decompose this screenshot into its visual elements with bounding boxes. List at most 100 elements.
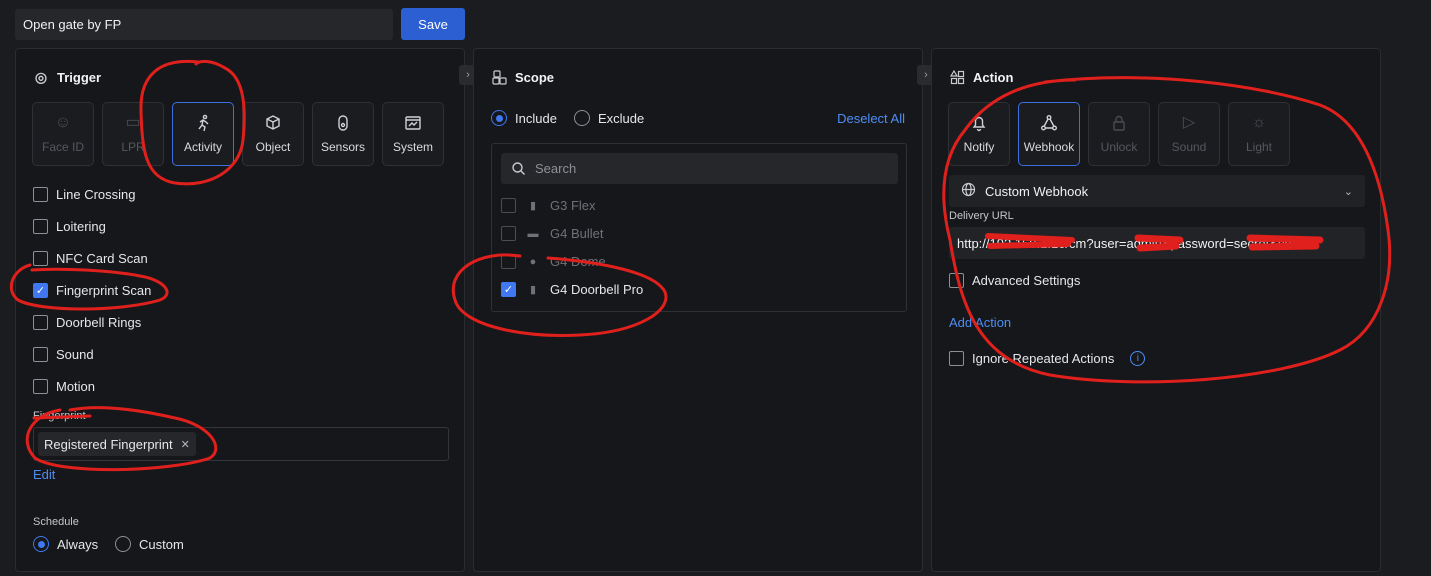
info-icon[interactable]: i	[1130, 351, 1146, 366]
tile-label: Object	[255, 140, 291, 154]
doorbell-icon: ▮	[529, 284, 537, 296]
checkbox-checked[interactable]: ✓	[501, 282, 516, 297]
checkbox[interactable]	[501, 198, 516, 213]
activity-nfc-card-scan[interactable]: NFC Card Scan	[33, 251, 148, 266]
action-tile-notify[interactable]: Notify	[948, 102, 1010, 166]
fingerprint-field-label: Fingerprint	[33, 410, 86, 422]
device-row-g4-doorbell-pro[interactable]: ✓ ▮ G4 Doorbell Pro	[501, 282, 643, 297]
radio-selected[interactable]	[33, 536, 49, 552]
action-grid-icon	[949, 69, 965, 85]
device-row-g3-flex[interactable]: ▮ G3 Flex	[501, 198, 596, 213]
schedule-always[interactable]: Always	[33, 536, 98, 552]
sensor-icon	[334, 114, 352, 132]
scope-header: Scope	[491, 69, 554, 85]
ignore-repeated-actions[interactable]: Ignore Repeated Actions i	[949, 351, 1146, 366]
delivery-url-label: Delivery URL	[949, 210, 1014, 222]
save-button[interactable]: Save	[401, 8, 465, 40]
fingerprint-token: Registered Fingerprint ✕	[38, 432, 196, 456]
checkbox[interactable]	[949, 351, 964, 366]
activity-label: NFC Card Scan	[56, 251, 148, 266]
chevron-right-icon: ›	[924, 69, 928, 81]
token-label: Registered Fingerprint	[44, 436, 173, 452]
scope-exclude[interactable]: Exclude	[574, 110, 644, 126]
rule-name-input[interactable]: Open gate by FP	[15, 9, 393, 40]
schedule-custom[interactable]: Custom	[115, 536, 184, 552]
search-icon	[512, 162, 525, 175]
tile-label: Light	[1245, 140, 1273, 154]
camera-icon: ▮	[529, 200, 537, 212]
checkbox[interactable]	[501, 226, 516, 241]
dropdown-value: Custom Webhook	[985, 183, 1089, 199]
activity-sound[interactable]: Sound	[33, 347, 94, 362]
trigger-tile-lpr[interactable]: ▭ LPR	[102, 102, 164, 166]
face-id-icon: ☺	[54, 114, 72, 131]
checkbox[interactable]	[949, 273, 964, 288]
checkbox[interactable]	[33, 219, 48, 234]
activity-label: Motion	[56, 379, 96, 394]
add-action-link[interactable]: Add Action	[949, 315, 1011, 330]
trigger-target-icon: ◎	[34, 68, 48, 85]
chevron-right-icon: ›	[466, 69, 470, 81]
activity-label: Sound	[56, 347, 94, 362]
checkbox[interactable]	[33, 315, 48, 330]
trigger-header: ◎ Trigger	[33, 69, 101, 85]
bullet-camera-icon: ▬	[527, 227, 539, 240]
tile-label: LPR	[121, 140, 145, 154]
trigger-panel: ◎ Trigger ☺ Face ID ▭ LPR Activity Objec…	[15, 48, 465, 572]
checkbox[interactable]	[33, 251, 48, 266]
action-title: Action	[973, 69, 1014, 85]
checkbox-checked[interactable]: ✓	[33, 283, 48, 298]
trigger-tile-face-id[interactable]: ☺ Face ID	[32, 102, 94, 166]
device-label: G4 Dome	[550, 254, 606, 269]
tile-label: Unlock	[1100, 140, 1138, 154]
trigger-tile-activity[interactable]: Activity	[172, 102, 234, 166]
deselect-all-link[interactable]: Deselect All	[837, 111, 905, 126]
scope-include[interactable]: Include	[491, 110, 557, 126]
trigger-tile-object[interactable]: Object	[242, 102, 304, 166]
activity-loitering[interactable]: Loitering	[33, 219, 106, 234]
activity-line-crossing[interactable]: Line Crossing	[33, 187, 136, 202]
checkbox[interactable]	[33, 379, 48, 394]
chevron-down-icon: ⌄	[1343, 185, 1353, 198]
radio-selected[interactable]	[491, 110, 507, 126]
checkbox-label: Ignore Repeated Actions	[972, 351, 1115, 366]
edit-fingerprint-link[interactable]: Edit	[33, 467, 55, 482]
action-tile-webhook[interactable]: Webhook	[1018, 102, 1080, 166]
trigger-tile-sensors[interactable]: Sensors	[312, 102, 374, 166]
delivery-url-input[interactable]: http://192.168.1.10/cm?user=admin&passwo…	[949, 227, 1365, 259]
webhook-type-dropdown[interactable]: Custom Webhook ⌄	[949, 175, 1365, 207]
device-search-input[interactable]: Search	[501, 153, 898, 184]
radio-label: Always	[57, 536, 99, 552]
checkbox-label: Advanced Settings	[972, 273, 1081, 288]
device-list: Search ▮ G3 Flex ▬ G4 Bullet ● G4 Dome ✓…	[491, 143, 907, 312]
action-tile-light[interactable]: ☼ Light	[1228, 102, 1290, 166]
radio[interactable]	[115, 536, 131, 552]
device-label: G4 Bullet	[550, 226, 604, 241]
globe-icon	[961, 182, 976, 200]
activity-doorbell-rings[interactable]: Doorbell Rings	[33, 315, 141, 330]
device-row-g4-bullet[interactable]: ▬ G4 Bullet	[501, 226, 603, 241]
trigger-title: Trigger	[57, 69, 102, 85]
activity-fingerprint-scan[interactable]: ✓ Fingerprint Scan	[33, 283, 151, 298]
device-label: G4 Doorbell Pro	[550, 282, 644, 297]
tile-label: System	[392, 140, 433, 154]
search-placeholder: Search	[535, 161, 577, 176]
system-icon	[404, 114, 422, 132]
device-row-g4-dome[interactable]: ● G4 Dome	[501, 254, 606, 269]
action-tile-sound[interactable]: ▷ Sound	[1158, 102, 1220, 166]
activity-label: Line Crossing	[56, 187, 136, 202]
radio-label: Include	[515, 110, 557, 126]
action-tile-unlock[interactable]: Unlock	[1088, 102, 1150, 166]
fingerprint-select[interactable]: Registered Fingerprint ✕	[33, 427, 449, 461]
trigger-tile-system[interactable]: System	[382, 102, 444, 166]
radio-label: Custom	[139, 536, 184, 552]
checkbox[interactable]	[33, 187, 48, 202]
dome-camera-icon: ●	[529, 255, 537, 268]
scope-cameras-icon	[491, 69, 507, 85]
checkbox[interactable]	[33, 347, 48, 362]
activity-motion[interactable]: Motion	[33, 379, 95, 394]
radio[interactable]	[574, 110, 590, 126]
checkbox[interactable]	[501, 254, 516, 269]
remove-token-icon[interactable]: ✕	[181, 438, 190, 451]
advanced-settings-toggle[interactable]: Advanced Settings	[949, 273, 1080, 288]
